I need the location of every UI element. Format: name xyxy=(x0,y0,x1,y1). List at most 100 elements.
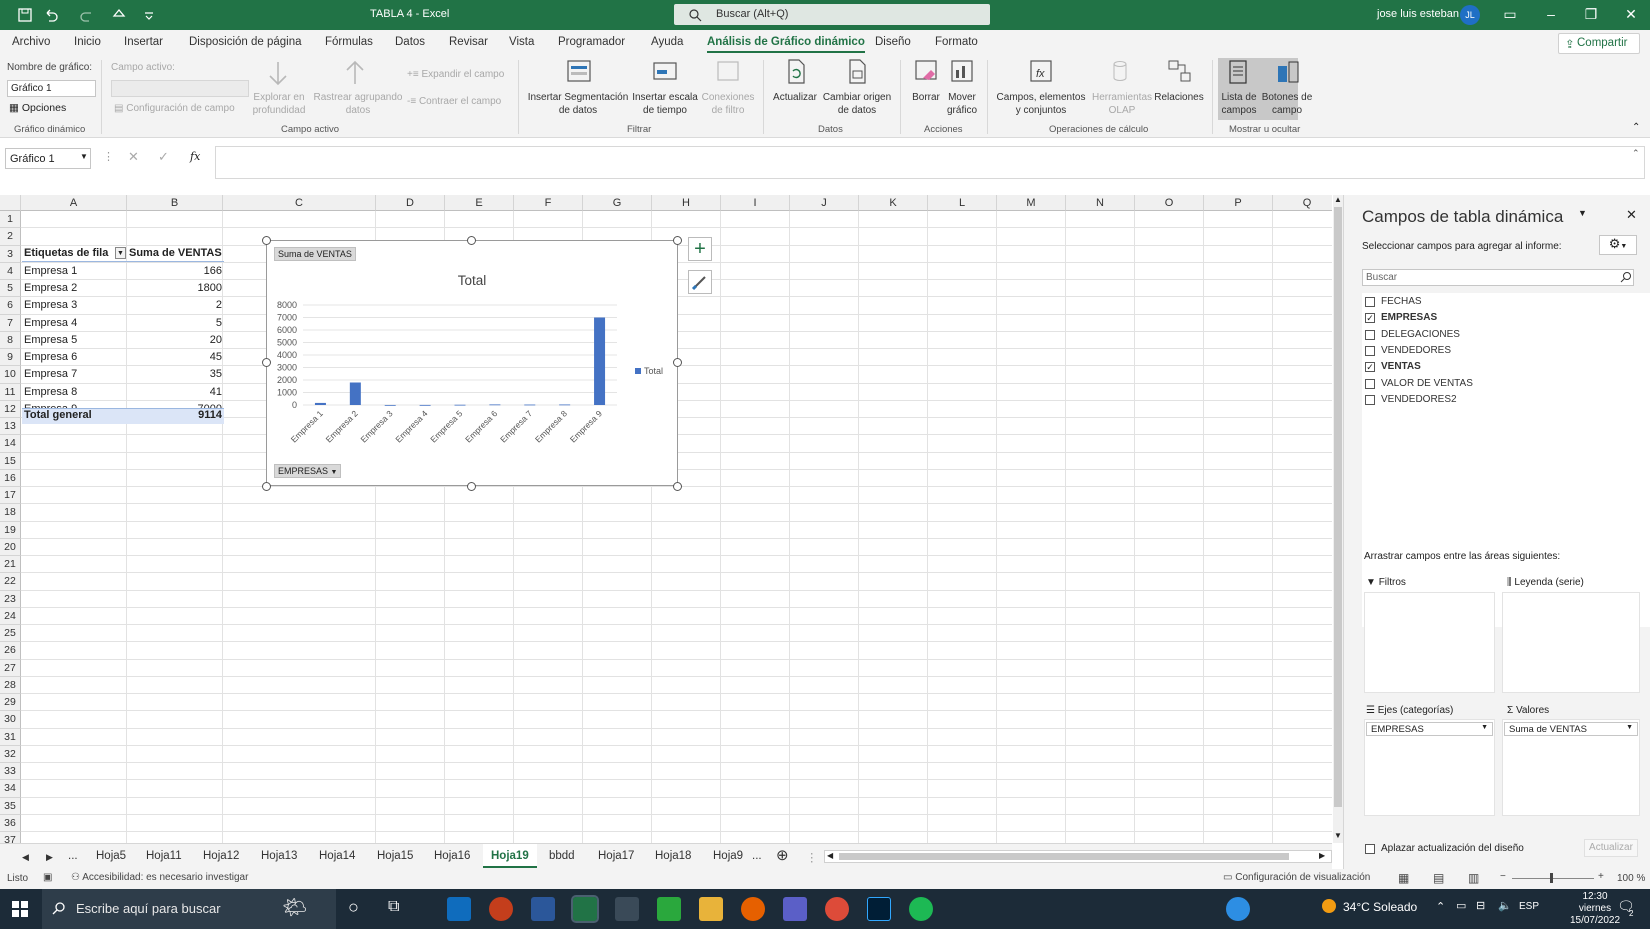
display-settings-button[interactable]: ▭ Configuración de visualización xyxy=(1223,872,1370,883)
chrome-icon[interactable] xyxy=(825,897,849,921)
tab-inicio[interactable]: Inicio xyxy=(74,36,101,48)
row-header-20[interactable]: 20 xyxy=(0,538,21,556)
tab-vista[interactable]: Vista xyxy=(509,36,534,48)
scroll-thumb-h[interactable] xyxy=(839,853,1289,860)
normal-view-icon[interactable]: ▦ xyxy=(1398,871,1409,885)
resize-handle[interactable] xyxy=(262,482,271,491)
field-list-button[interactable]: Lista de campos xyxy=(1218,91,1260,117)
close-icon[interactable]: ✕ xyxy=(1622,6,1640,24)
sheet-tab-hoja9[interactable]: Hoja9 xyxy=(713,850,743,862)
pivot-row-value[interactable]: 41 xyxy=(129,384,222,401)
file-explorer-icon[interactable] xyxy=(699,897,723,921)
pivot-total-value[interactable]: 9114 xyxy=(129,407,222,424)
tray-display-icon[interactable]: ▭ xyxy=(1456,899,1466,912)
field-label[interactable]: VALOR DE VENTAS xyxy=(1381,378,1473,389)
row-header-13[interactable]: 13 xyxy=(0,418,21,436)
cortana-icon[interactable]: ○ xyxy=(348,897,359,918)
pivot-row-label[interactable]: Empresa 2 xyxy=(24,280,77,297)
row-header-34[interactable]: 34 xyxy=(0,780,21,798)
tab-formato[interactable]: Formato xyxy=(935,36,978,48)
row-header-36[interactable]: 36 xyxy=(0,814,21,832)
filter-dropdown-icon[interactable]: ▼ xyxy=(115,247,126,259)
pane-options-dropdown-icon[interactable]: ▼ xyxy=(1578,208,1587,218)
tab-datos[interactable]: Datos xyxy=(395,36,425,48)
field-label[interactable]: EMPRESAS xyxy=(1381,312,1437,323)
app-icon[interactable] xyxy=(615,897,639,921)
row-header-28[interactable]: 28 xyxy=(0,676,21,694)
pivot-row-value[interactable]: 1800 xyxy=(129,280,222,297)
tab-formulas[interactable]: Fórmulas xyxy=(325,36,373,48)
more-sheets-button[interactable]: ... xyxy=(752,850,762,862)
update-button[interactable]: Actualizar xyxy=(1584,839,1638,857)
scroll-left-icon[interactable]: ◀ xyxy=(827,851,833,860)
bar-empresa-8[interactable] xyxy=(559,404,571,406)
resize-handle[interactable] xyxy=(262,358,271,367)
fields-items-sets-button[interactable]: Campos, elementos y conjuntos xyxy=(994,91,1088,117)
pivot-row-label[interactable]: Empresa 6 xyxy=(24,349,77,366)
pivot-row-label[interactable]: Empresa 5 xyxy=(24,332,77,349)
pivot-row-label[interactable]: Empresa 3 xyxy=(24,297,77,314)
resize-handle[interactable] xyxy=(673,236,682,245)
name-box[interactable]: Gráfico 1 xyxy=(5,148,91,169)
resize-handle[interactable] xyxy=(673,358,682,367)
save-icon[interactable] xyxy=(16,6,34,24)
bar-empresa-7[interactable] xyxy=(524,404,536,406)
name-box-dropdown-icon[interactable]: ▼ xyxy=(80,152,88,161)
row-header-1[interactable]: 1 xyxy=(0,211,21,229)
volume-icon[interactable]: 🔈 xyxy=(1498,899,1512,912)
sheet-tab-hoja11[interactable]: Hoja11 xyxy=(146,850,182,862)
pivot-row-label[interactable]: Empresa 8 xyxy=(24,384,77,401)
row-header-32[interactable]: 32 xyxy=(0,745,21,763)
chart-styles-button[interactable] xyxy=(688,270,712,294)
row-header-18[interactable]: 18 xyxy=(0,504,21,522)
field-checkbox[interactable]: ✓ xyxy=(1365,313,1375,324)
row-header-4[interactable]: 4 xyxy=(0,262,21,280)
row-header-6[interactable]: 6 xyxy=(0,297,21,315)
tab-ayuda[interactable]: Ayuda xyxy=(651,36,683,48)
scroll-right-icon[interactable]: ▶ xyxy=(1319,851,1325,860)
row-header-37[interactable]: 37 xyxy=(0,832,21,843)
tab-analisis-grafico[interactable]: Análisis de Gráfico dinámico xyxy=(707,36,865,53)
field-checkbox[interactable] xyxy=(1365,329,1375,340)
camtasia-icon[interactable] xyxy=(657,897,681,921)
row-header-23[interactable]: 23 xyxy=(0,590,21,608)
relationships-button[interactable]: Relaciones xyxy=(1153,91,1205,104)
scroll-down-icon[interactable]: ▼ xyxy=(1334,831,1342,840)
sheet-tab-hoja18[interactable]: Hoja18 xyxy=(655,850,691,862)
pivot-row-value[interactable]: 2 xyxy=(129,297,222,314)
row-header-33[interactable]: 33 xyxy=(0,763,21,781)
refresh-button[interactable]: Actualizar xyxy=(769,91,821,104)
excel-icon[interactable] xyxy=(571,895,599,923)
column-header-g[interactable]: G xyxy=(583,195,652,211)
insert-function-icon[interactable]: fx xyxy=(190,150,200,163)
row-header-24[interactable]: 24 xyxy=(0,607,21,625)
column-header-a[interactable]: A xyxy=(21,195,127,211)
pivot-row-value[interactable]: 5 xyxy=(129,315,222,332)
pivot-sum-header[interactable]: Suma de VENTAS xyxy=(129,245,222,262)
select-all-corner[interactable] xyxy=(0,195,21,211)
insert-slicer-button[interactable]: Insertar Segmentación de datos xyxy=(523,91,633,117)
clock-date[interactable]: 15/07/2022 xyxy=(1560,915,1630,926)
scroll-thumb[interactable] xyxy=(1334,207,1342,807)
olap-tools-button[interactable]: Herramientas OLAP xyxy=(1090,91,1154,117)
zoom-slider[interactable] xyxy=(1512,878,1594,879)
weather-status[interactable]: 34°C Soleado xyxy=(1343,900,1417,914)
pivot-chart[interactable]: Suma de VENTAS Total 0 1000 2000 3000 4000 50… xyxy=(266,240,678,486)
sheet-tab-hoja13[interactable]: Hoja13 xyxy=(261,850,297,862)
bar-empresa-9[interactable] xyxy=(594,317,606,406)
bar-empresa-4[interactable] xyxy=(419,404,431,406)
page-break-icon[interactable]: ▥ xyxy=(1468,871,1479,885)
user-avatar[interactable]: JL xyxy=(1460,5,1480,25)
cancel-icon[interactable]: ✕ xyxy=(128,149,139,165)
column-header-n[interactable]: N xyxy=(1066,195,1135,211)
column-header-h[interactable]: H xyxy=(652,195,721,211)
column-header-m[interactable]: M xyxy=(997,195,1066,211)
pivot-row-value[interactable]: 166 xyxy=(129,263,222,280)
new-sheet-icon[interactable]: ⊕ xyxy=(776,846,789,864)
column-header-q[interactable]: Q xyxy=(1273,195,1332,211)
zoom-thumb[interactable] xyxy=(1550,873,1553,883)
zoom-in-icon[interactable]: + xyxy=(1598,871,1604,882)
field-checkbox[interactable] xyxy=(1365,297,1375,307)
zoom-level[interactable]: 100 % xyxy=(1617,873,1645,884)
tray-chevron-icon[interactable]: ⌃ xyxy=(1436,900,1445,913)
